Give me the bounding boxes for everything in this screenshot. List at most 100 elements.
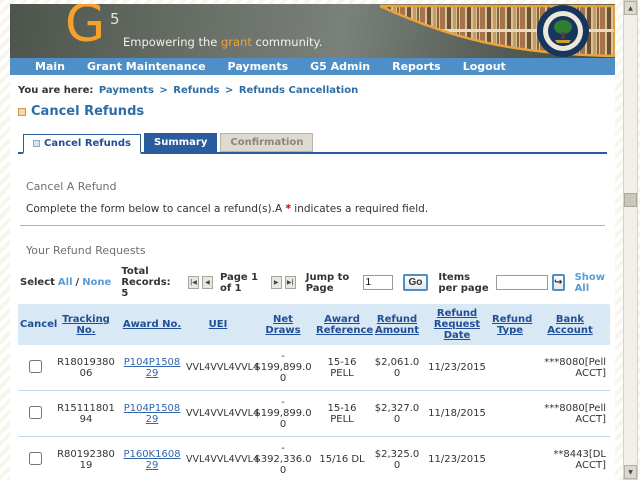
g5-logo-five: 5 [110, 10, 120, 28]
tab-bar: Cancel Refunds Summary Confirmation [18, 133, 607, 154]
next-page-button[interactable]: ▶ [271, 276, 282, 289]
nav-item-logout[interactable]: Logout [463, 60, 506, 73]
select-group: SelectAll/None [20, 277, 111, 288]
instruction-pre: Complete the form below to cancel a refu… [26, 203, 285, 215]
nav-item-reports[interactable]: Reports [392, 60, 441, 73]
breadcrumb-separator: > [225, 85, 233, 96]
tab-label: Cancel Refunds [44, 138, 131, 149]
cancel-checkbox-row-2[interactable] [29, 406, 42, 419]
bank-account: **8443[DL ACCT] [530, 437, 610, 480]
tab-summary[interactable]: Summary [144, 133, 217, 152]
col-header-net-draws[interactable]: Net Draws [252, 304, 314, 345]
col-header-award-no[interactable]: Award No. [120, 304, 184, 345]
tab-confirmation: Confirmation [220, 133, 313, 152]
breadcrumb-separator: > [159, 85, 167, 96]
refund-requests-heading: Your Refund Requests [26, 244, 607, 257]
award-no-link[interactable]: P104P150829 [124, 403, 181, 425]
refund-amount: $2,327.00 [370, 391, 424, 437]
main-nav: Main Grant Maintenance Payments G5 Admin… [10, 58, 615, 75]
prev-page-button[interactable]: ◀ [202, 276, 213, 289]
total-records: Total Records: 5 [121, 266, 178, 299]
col-header-cancel: Cancel [18, 304, 52, 345]
select-all-link[interactable]: All [58, 277, 73, 288]
refund-type [490, 437, 530, 480]
scrollbar-thumb[interactable] [624, 193, 637, 207]
cancel-checkbox-row-1[interactable] [29, 360, 42, 373]
nav-item-g5-admin[interactable]: G5 Admin [310, 60, 370, 73]
instruction-post: indicates a required field. [291, 203, 428, 215]
award-no-link[interactable]: P104P150829 [124, 357, 181, 379]
breadcrumb: You are here: Payments > Refunds > Refun… [18, 85, 607, 96]
page-content: G 5 Empowering the grant community. [10, 4, 615, 480]
net-draws: - $199,899.00 [252, 391, 314, 437]
library-swoosh-image [380, 4, 615, 58]
col-header-tracking-no[interactable]: Tracking No. [52, 304, 120, 345]
tagline-highlight: grant [221, 35, 252, 49]
instruction-text: Complete the form below to cancel a refu… [26, 203, 607, 215]
g5-logo: G [65, 4, 105, 50]
select-label: Select [20, 277, 55, 288]
col-header-refund-request-date[interactable]: Refund Request Date [424, 304, 490, 345]
award-reference: 15-16 PELL [314, 391, 370, 437]
refund-request-date: 11/23/2015 [424, 437, 490, 480]
page-indicator: Page 1 of 1 [220, 272, 264, 294]
uei-value: VVL4VVL4VVL4 [184, 437, 252, 480]
award-no-link[interactable]: P160K160829 [123, 449, 180, 471]
show-all-link[interactable]: Show All [575, 272, 605, 294]
scroll-up-icon[interactable]: ▲ [624, 1, 637, 15]
net-draws: - $392,336.00 [252, 437, 314, 480]
col-header-award-reference[interactable]: Award Reference [314, 304, 370, 345]
net-draws: - $199,899.00 [252, 345, 314, 391]
tracking-no: R1511180194 [52, 391, 120, 437]
tab-label: Summary [154, 137, 207, 148]
jump-to-page-input[interactable] [363, 275, 393, 290]
table-row: R8019238019 P160K160829 VVL4VVL4VVL4 - $… [18, 437, 610, 480]
nav-item-main[interactable]: Main [35, 60, 65, 73]
tracking-no: R1801938006 [52, 345, 120, 391]
col-header-refund-amount[interactable]: Refund Amount [370, 304, 424, 345]
nav-item-payments[interactable]: Payments [228, 60, 289, 73]
bank-account: ***8080[Pell ACCT] [530, 345, 610, 391]
page-title: Cancel Refunds [18, 104, 607, 119]
table-header-row: Cancel Tracking No. Award No. UEI Net Dr… [18, 304, 610, 345]
breadcrumb-prefix: You are here: [18, 85, 93, 96]
col-header-uei[interactable]: UEI [184, 304, 252, 345]
items-per-page-apply-button[interactable]: ↪ [552, 274, 565, 291]
tracking-no: R8019238019 [52, 437, 120, 480]
tab-cancel-refunds[interactable]: Cancel Refunds [23, 134, 141, 154]
scroll-down-icon[interactable]: ▼ [624, 465, 637, 479]
tab-label: Confirmation [230, 137, 303, 148]
award-reference: 15-16 PELL [314, 345, 370, 391]
tab-bullet-icon [33, 140, 40, 147]
last-page-button[interactable]: ▶| [285, 276, 296, 289]
first-page-button[interactable]: |◀ [188, 276, 199, 289]
award-reference: 15/16 DL [314, 437, 370, 480]
section-divider [20, 225, 605, 226]
select-separator: / [76, 277, 80, 288]
section-heading: Cancel A Refund [26, 180, 607, 193]
col-header-refund-type[interactable]: Refund Type [490, 304, 530, 345]
uei-value: VVL4VVL4VVL4 [184, 345, 252, 391]
bank-account: ***8080[Pell ACCT] [530, 391, 610, 437]
nav-item-grant-maintenance[interactable]: Grant Maintenance [87, 60, 206, 73]
breadcrumb-refunds-cancellation[interactable]: Refunds Cancellation [239, 85, 358, 96]
refund-type [490, 345, 530, 391]
breadcrumb-refunds[interactable]: Refunds [173, 85, 219, 96]
page-title-text: Cancel Refunds [31, 104, 144, 119]
breadcrumb-payments[interactable]: Payments [99, 85, 154, 96]
page-nav-group: |◀ ◀ Page 1 of 1 ▶ ▶| [188, 272, 296, 294]
tagline-pre: Empowering the [123, 35, 221, 49]
col-header-bank-account[interactable]: Bank Account [530, 304, 610, 345]
items-per-page-input[interactable] [496, 275, 548, 290]
department-of-education-seal [537, 5, 589, 57]
vertical-scrollbar[interactable]: ▲ ▼ [623, 0, 638, 480]
go-button[interactable]: Go [403, 274, 429, 291]
cancel-checkbox-row-3[interactable] [29, 452, 42, 465]
tagline: Empowering the grant community. [123, 35, 322, 49]
refund-amount: $2,061.00 [370, 345, 424, 391]
refund-request-date: 11/23/2015 [424, 345, 490, 391]
select-none-link[interactable]: None [82, 277, 111, 288]
table-row: R1801938006 P104P150829 VVL4VVL4VVL4 - $… [18, 345, 610, 391]
jump-to-page-label: Jump to Page [306, 272, 353, 294]
tagline-post: community. [252, 35, 323, 49]
